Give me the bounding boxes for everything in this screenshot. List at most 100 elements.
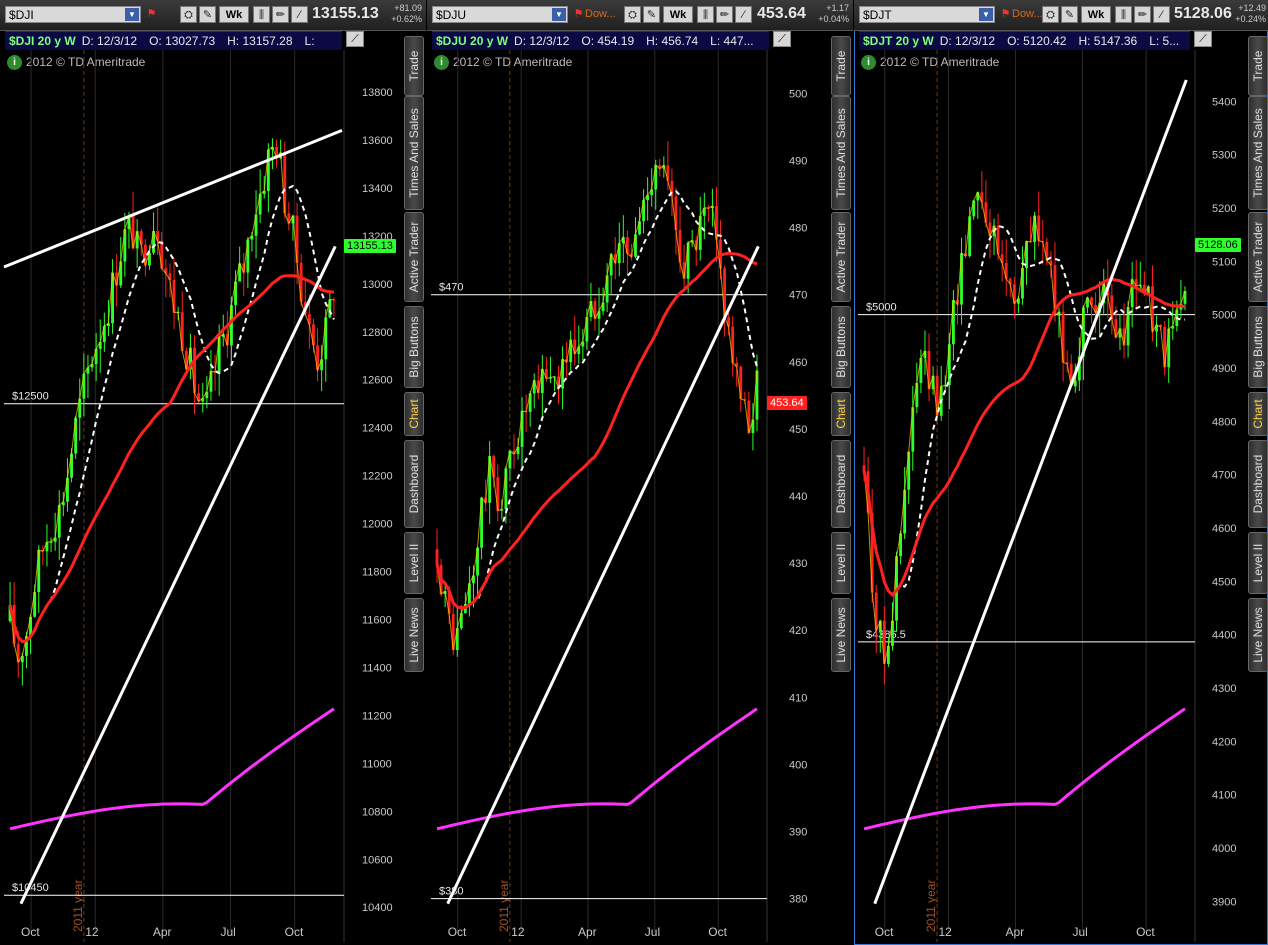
side-tabs: Trade Times And Sales Active Trader Big But… bbox=[829, 31, 853, 945]
y-tick-label: 13400 bbox=[362, 183, 393, 195]
side-tab-label: Level II bbox=[407, 543, 421, 583]
last-price-tag: 453.64 bbox=[767, 396, 807, 411]
y-tick-label: 12800 bbox=[362, 327, 393, 339]
y-tick-label: 12200 bbox=[362, 471, 393, 483]
x-tick-label: Oct bbox=[448, 925, 467, 939]
side-tab-label: Live News bbox=[407, 607, 421, 663]
y-tick-label: 440 bbox=[789, 491, 807, 503]
sma-red bbox=[435, 251, 758, 610]
y-tick-label: 500 bbox=[789, 88, 807, 100]
x-tick-label: Jul bbox=[220, 925, 235, 939]
resistance-line bbox=[3, 128, 343, 269]
chart-panel-dji: $DJI ▼ ⚑ ⛭ ✎ Wk ⫼ ✏ ∕ 13155.13 +81.09 +0.… bbox=[0, 0, 426, 945]
trend-line bbox=[873, 79, 1188, 905]
y-tick-label: 12000 bbox=[362, 519, 393, 531]
x-tick-label: Apr bbox=[578, 925, 597, 939]
y-tick-label: 10400 bbox=[362, 902, 393, 914]
y-tick-label: 480 bbox=[789, 223, 807, 235]
side-tab-label: Active Trader bbox=[834, 221, 848, 293]
y-tick-label: 10800 bbox=[362, 806, 393, 818]
y-tick-label: 490 bbox=[789, 156, 807, 168]
side-tab-chart[interactable]: Chart bbox=[1248, 392, 1268, 436]
y-tick-label: 4300 bbox=[1212, 683, 1236, 695]
side-tab-label: Trade bbox=[407, 50, 421, 82]
x-tick-label: 12 bbox=[511, 925, 525, 939]
side-tab-label: Trade bbox=[1251, 50, 1265, 82]
side-tab-chart[interactable]: Chart bbox=[404, 392, 424, 436]
y-tick-label: 11400 bbox=[362, 662, 392, 674]
last-price-tag: 5128.06 bbox=[1195, 238, 1241, 253]
side-tab-dashboard[interactable]: Dashboard bbox=[404, 440, 424, 528]
side-tab-active-trader[interactable]: Active Trader bbox=[1248, 212, 1268, 302]
side-tab-level-ii[interactable]: Level II bbox=[831, 532, 851, 594]
side-tab-trade[interactable]: Trade bbox=[404, 36, 424, 96]
side-tab-live-news[interactable]: Live News bbox=[404, 598, 424, 672]
x-tick-label: Apr bbox=[153, 925, 172, 939]
y-tick-label: 13000 bbox=[362, 279, 393, 291]
close-line bbox=[436, 164, 758, 651]
side-tabs: Trade Times And Sales Active Trader Big But… bbox=[1246, 31, 1268, 945]
price-chart[interactable]: 3900 4000 4100 4200 4300 4400 4500 4600 4700 4800… bbox=[854, 0, 1244, 945]
side-tab-label: Live News bbox=[1251, 607, 1265, 663]
price-chart[interactable]: 10400 10600 10800 11000 11200 11400 11600 11800… bbox=[0, 0, 400, 945]
y-tick-label: 380 bbox=[789, 894, 807, 906]
y-tick-label: 5000 bbox=[1212, 310, 1236, 322]
side-tab-dashboard[interactable]: Dashboard bbox=[831, 440, 851, 528]
side-tab-label: Big Buttons bbox=[1251, 316, 1265, 378]
candle-body bbox=[435, 549, 439, 565]
side-tab-chart[interactable]: Chart bbox=[831, 392, 851, 436]
side-tab-trade[interactable]: Trade bbox=[1248, 36, 1268, 96]
side-tab-label: Big Buttons bbox=[834, 316, 848, 378]
side-tab-label: Chart bbox=[1251, 399, 1265, 429]
side-tabs: Trade Times And Sales Active Trader Big But… bbox=[402, 31, 426, 945]
sma-magenta bbox=[436, 707, 758, 831]
y-tick-label: 4900 bbox=[1212, 363, 1236, 375]
y-tick-label: 13600 bbox=[362, 135, 393, 147]
side-tab-dashboard[interactable]: Dashboard bbox=[1248, 440, 1268, 528]
y-tick-label: 3900 bbox=[1212, 896, 1236, 908]
y-tick-label: 10600 bbox=[362, 854, 393, 866]
year-label: 2011 year bbox=[497, 880, 511, 932]
y-tick-label: 390 bbox=[789, 826, 807, 838]
sma-magenta bbox=[9, 707, 335, 831]
y-tick-label: 4600 bbox=[1212, 523, 1236, 535]
candle-body bbox=[862, 465, 866, 472]
y-tick-label: 470 bbox=[789, 290, 807, 302]
price-level-label: $12500 bbox=[12, 391, 49, 403]
y-tick-label: 4200 bbox=[1212, 736, 1236, 748]
side-tab-level-ii[interactable]: Level II bbox=[404, 532, 424, 594]
sma-white bbox=[436, 190, 758, 609]
side-tab-big-buttons[interactable]: Big Buttons bbox=[831, 306, 851, 388]
y-tick-label: 4400 bbox=[1212, 630, 1236, 642]
y-tick-label: 450 bbox=[789, 424, 807, 436]
y-tick-label: 12600 bbox=[362, 375, 393, 387]
side-tab-active-trader[interactable]: Active Trader bbox=[404, 212, 424, 302]
side-tab-label: Dashboard bbox=[834, 454, 848, 514]
x-tick-label: Oct bbox=[1136, 925, 1155, 939]
year-label: 2011 year bbox=[71, 880, 85, 932]
side-tab-times-and-sales[interactable]: Times And Sales bbox=[404, 96, 424, 210]
side-tab-times-and-sales[interactable]: Times And Sales bbox=[831, 96, 851, 210]
side-tab-level-ii[interactable]: Level II bbox=[1248, 532, 1268, 594]
side-tab-label: Chart bbox=[834, 399, 848, 429]
y-tick-label: 11200 bbox=[362, 710, 392, 722]
y-tick-label: 4800 bbox=[1212, 416, 1236, 428]
x-tick-label: Oct bbox=[285, 925, 304, 939]
side-tab-active-trader[interactable]: Active Trader bbox=[831, 212, 851, 302]
y-tick-label: 4100 bbox=[1212, 790, 1236, 802]
side-tab-label: Active Trader bbox=[407, 221, 421, 293]
side-tab-trade[interactable]: Trade bbox=[831, 36, 851, 96]
y-tick-label: 12400 bbox=[362, 423, 393, 435]
side-tab-label: Active Trader bbox=[1251, 221, 1265, 293]
side-tab-label: Level II bbox=[1251, 543, 1265, 583]
side-tab-times-and-sales[interactable]: Times And Sales bbox=[1248, 96, 1268, 210]
side-tab-label: Live News bbox=[834, 607, 848, 663]
side-tab-label: Dashboard bbox=[1251, 454, 1265, 514]
side-tab-big-buttons[interactable]: Big Buttons bbox=[404, 306, 424, 388]
side-tab-live-news[interactable]: Live News bbox=[831, 598, 851, 672]
side-tab-live-news[interactable]: Live News bbox=[1248, 598, 1268, 672]
price-chart[interactable]: 380 390 400 410 420 430 440 450 460 470 480 490 500 O… bbox=[427, 0, 827, 945]
side-tab-big-buttons[interactable]: Big Buttons bbox=[1248, 306, 1268, 388]
sma-white bbox=[9, 184, 335, 643]
y-tick-label: 5100 bbox=[1212, 256, 1236, 268]
